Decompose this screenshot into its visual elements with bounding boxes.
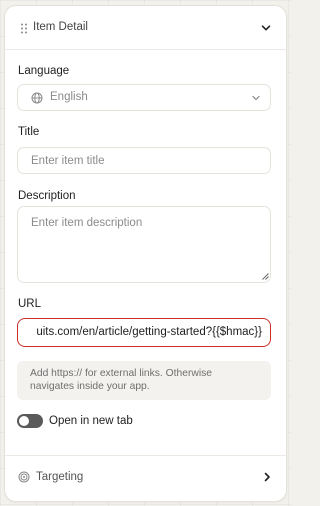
title-label: Title bbox=[18, 126, 40, 138]
open-new-tab-label[interactable]: Open in new tab bbox=[49, 415, 133, 427]
chevron-down-icon[interactable] bbox=[260, 22, 272, 34]
chevron-right-icon bbox=[264, 472, 270, 482]
language-label: Language bbox=[18, 65, 70, 77]
item-detail-panel: Item Detail Language English Title Descr… bbox=[4, 5, 287, 502]
targeting-row[interactable]: Targeting bbox=[5, 455, 286, 501]
globe-icon bbox=[31, 92, 43, 104]
title-input[interactable] bbox=[17, 147, 271, 174]
url-value[interactable]: uits.com/en/article/getting-started?{{$h… bbox=[36, 326, 262, 338]
targeting-label: Targeting bbox=[36, 471, 84, 483]
toggle-knob bbox=[19, 416, 29, 426]
target-icon bbox=[18, 471, 30, 483]
description-label: Description bbox=[18, 190, 76, 202]
language-value: English bbox=[50, 91, 88, 103]
url-label: URL bbox=[18, 298, 42, 310]
panel-title: Item Detail bbox=[33, 21, 88, 33]
panel-header[interactable]: Item Detail bbox=[5, 6, 286, 50]
open-new-tab-toggle[interactable] bbox=[17, 414, 43, 428]
language-select[interactable]: English bbox=[17, 84, 271, 111]
description-textarea[interactable] bbox=[17, 206, 271, 283]
drag-handle-icon[interactable] bbox=[20, 23, 28, 34]
url-input[interactable]: uits.com/en/article/getting-started?{{$h… bbox=[17, 318, 271, 347]
resize-grip-icon[interactable] bbox=[262, 273, 269, 280]
url-hint: Add https:// for external links. Otherwi… bbox=[17, 361, 271, 400]
chevron-down-icon bbox=[252, 95, 260, 101]
